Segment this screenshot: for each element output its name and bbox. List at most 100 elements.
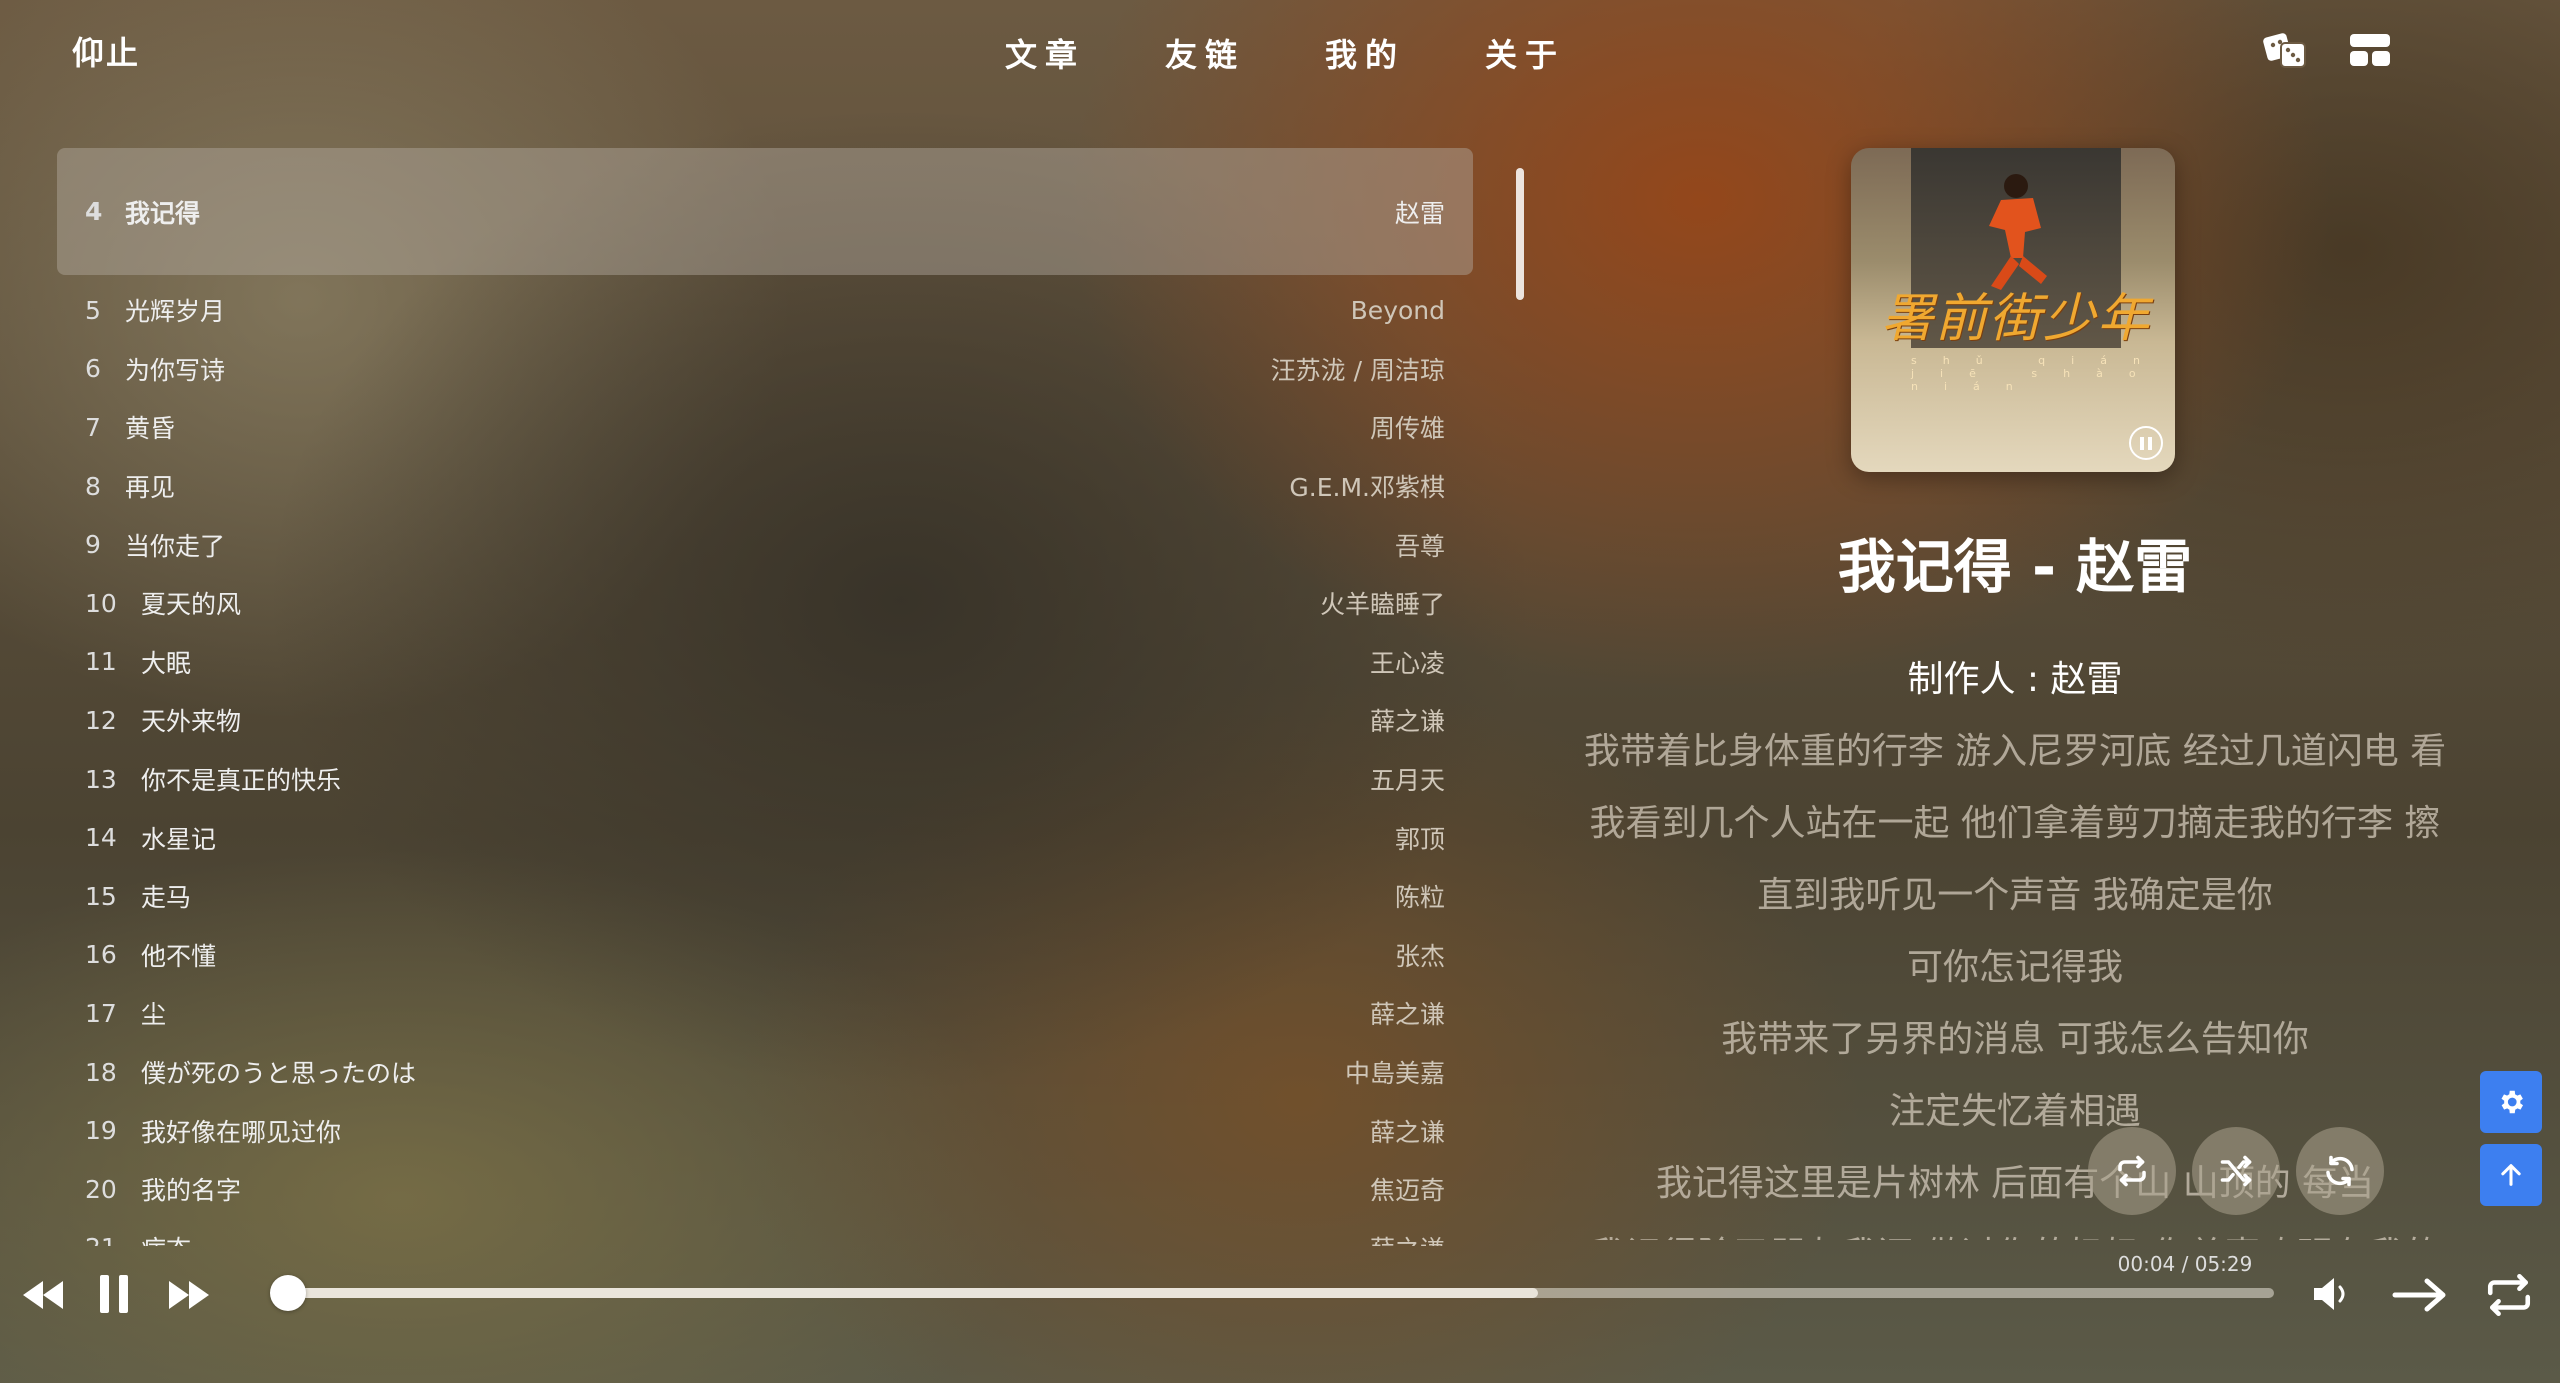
dice-icon[interactable] [2262,30,2310,70]
track-artist: 中島美嘉 [1344,1059,1445,1089]
lyric-line: 我带着比身体重的行李 游入尼罗河底 经过几道闪电 看 [1583,731,2447,772]
track-artist: 焦迈奇 [1369,1176,1445,1206]
nav-links[interactable]: 友链 [1165,30,1245,76]
next-button[interactable] [164,1272,214,1318]
playlist[interactable]: 4 我记得 赵雷 5 光辉岁月 Beyond 6 为你写诗 汪苏泷 / 周洁琼 7 黄昏 周… [57,148,1473,1246]
progress-bar[interactable] [270,1275,2274,1311]
track-artist: 周传雄 [1369,414,1445,444]
list-item[interactable]: 17 尘 薛之谦 [57,984,1473,1043]
producer-line: 制作人 : 赵雷 [1907,659,2123,700]
list-item[interactable]: 4 我记得 赵雷 [57,148,1473,275]
track-title: 你不是真正的快乐 [141,766,342,796]
list-item[interactable]: 13 你不是真正的快乐 五月天 [57,750,1473,809]
list-item[interactable]: 20 我的名字 焦迈奇 [57,1160,1473,1219]
lyric-line: 我记得除了朋友我还 做过你的奶奶 你总喜欢明有我的 [1580,1224,2450,1240]
track-number: 20 [85,1174,117,1204]
time-display: 00:04 / 05:29 [2117,1252,2253,1276]
list-item[interactable]: 19 我好像在哪见过你 薛之谦 [57,1101,1473,1160]
track-number: 8 [85,471,101,501]
shuffle-icon [2220,1155,2252,1187]
track-artist: 薛之谦 [1369,1117,1445,1147]
list-item[interactable]: 15 走马 陈粒 [57,867,1473,926]
nav-mine[interactable]: 我的 [1325,30,1405,76]
mode-controls [2088,1127,2384,1215]
track-title: 黄昏 [125,414,176,444]
track-number: 9 [85,530,101,560]
track-artist: G.E.M.邓紫棋 [1289,473,1445,503]
lyric-line: 我带来了另界的消息 可我怎么告知你 [1721,1019,2309,1060]
list-item[interactable]: 16 他不懂 张杰 [57,926,1473,985]
track-title: 尘 [141,1000,167,1030]
arrow-right-icon [2392,1278,2446,1312]
track-title: 为你写诗 [125,355,226,385]
progress-thumb[interactable] [270,1275,306,1311]
lyric-line: 我看到几个人站在一起 他们拿着剪刀摘走我的行李 擦 [1589,803,2441,844]
list-item[interactable]: 18 僕が死のうと思ったのは 中島美嘉 [57,1043,1473,1102]
list-item[interactable]: 11 大眠 王心凌 [57,633,1473,692]
back-to-top-button[interactable] [2480,1144,2542,1206]
track-number: 13 [85,764,117,794]
nav-articles[interactable]: 文章 [1005,30,1085,76]
settings-icon [2501,1090,2523,1114]
main-nav: 文章 友链 我的 关于 [1005,30,1565,76]
previous-button[interactable] [18,1272,68,1318]
volume-button[interactable] [2306,1270,2358,1318]
repeat-icon [2118,1155,2146,1187]
list-item[interactable]: 7 黄昏 周传雄 [57,398,1473,457]
track-number: 11 [85,647,117,677]
playlist-scrollbar[interactable] [1516,168,1524,300]
cover-pause-button[interactable] [2129,426,2163,460]
track-title: 水星记 [141,824,217,854]
track-title: 病态 [141,1230,1370,1246]
refresh-button[interactable] [2296,1127,2384,1215]
refresh-icon [2326,1155,2354,1187]
track-number: 21 [85,1233,141,1246]
track-title: 他不懂 [141,941,217,971]
nav-about[interactable]: 关于 [1485,30,1565,76]
track-artist: 吾尊 [1394,531,1445,561]
lyric-line: 直到我听见一个声音 我确定是你 [1757,875,2273,916]
pause-button[interactable] [92,1270,136,1318]
list-item[interactable]: 21病态薛之谦 [57,1219,1473,1246]
track-title: 当你走了 [125,531,226,561]
track-artist: 薛之谦 [1370,1230,1445,1246]
list-item[interactable]: 10 夏天的风 火羊瞌睡了 [57,574,1473,633]
loop-icon [2487,1273,2531,1317]
brand-logo[interactable]: 仰止 [72,28,140,74]
track-title: 天外来物 [141,707,242,737]
track-artist: 薛之谦 [1369,1000,1445,1030]
header-icons [2262,30,2394,70]
lyric-line: 可你怎记得我 [1906,947,2123,988]
layout-icon[interactable] [2346,30,2394,70]
list-item[interactable]: 12 天外来物 薛之谦 [57,691,1473,750]
list-item[interactable]: 14 水星记 郭顶 [57,808,1473,867]
shuffle-button[interactable] [2192,1127,2280,1215]
list-item[interactable]: 5 光辉岁月 Beyond [57,281,1473,340]
track-artist: 赵雷 [1394,198,1445,228]
next-icon [169,1281,209,1309]
track-number: 19 [85,1116,117,1146]
track-title: 我好像在哪见过你 [141,1117,342,1147]
previous-icon [23,1281,63,1309]
list-item[interactable]: 9 当你走了 吾尊 [57,515,1473,574]
list-item[interactable]: 8 再见 G.E.M.邓紫棋 [57,457,1473,516]
loop-button[interactable] [2480,1270,2538,1320]
track-artist: 陈粒 [1394,883,1445,913]
track-number: 5 [85,295,101,325]
track-artist: 张杰 [1394,941,1445,971]
album-cover[interactable]: 署前街少年 shǔ qián jiē shào nián [1851,148,2175,472]
track-artist: 火羊瞌睡了 [1319,590,1445,620]
track-artist: 郭顶 [1394,824,1445,854]
list-item[interactable]: 6 为你写诗 汪苏泷 / 周洁琼 [57,340,1473,399]
track-title: 再见 [125,473,176,503]
settings-button[interactable] [2480,1071,2542,1133]
track-title: 走马 [141,883,192,913]
volume-icon [2314,1278,2345,1310]
track-artist: 薛之谦 [1369,707,1445,737]
repeat-button[interactable] [2088,1127,2176,1215]
playback-order-button[interactable] [2390,1272,2450,1318]
cover-title: 署前街少年 [1881,289,2152,349]
now-playing-title: 我记得 - 赵雷 [1837,533,2193,601]
track-title: 夏天的风 [141,590,242,620]
progress-buffer [286,1288,1539,1298]
